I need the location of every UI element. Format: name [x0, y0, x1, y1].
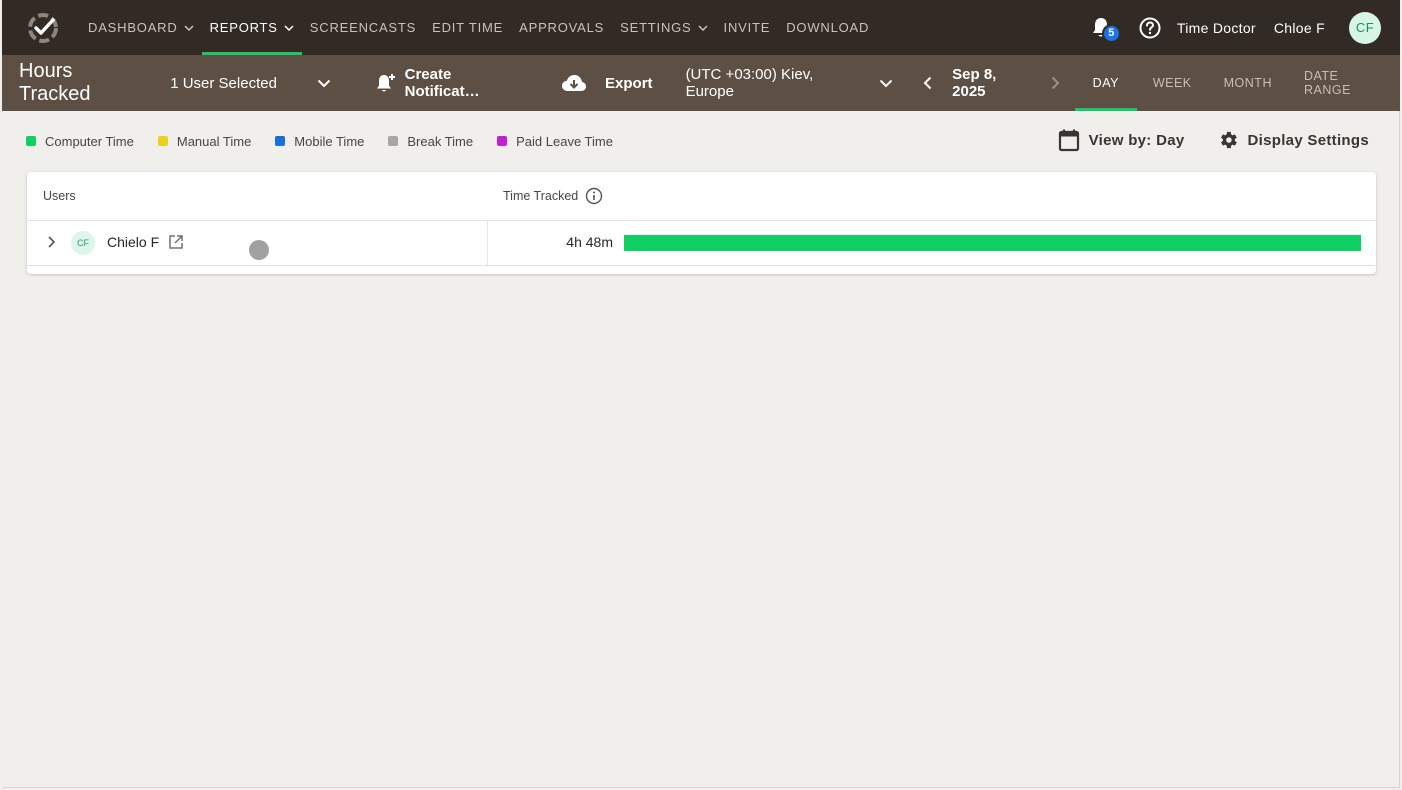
nav-invite-label: INVITE — [723, 20, 771, 35]
nav-reports-label: REPORTS — [209, 20, 278, 35]
legend-swatch — [497, 136, 508, 146]
mouse-cursor-indicator — [249, 240, 269, 260]
chevron-down-icon — [317, 79, 331, 88]
legend-swatch — [26, 136, 36, 146]
chevron-down-icon — [184, 24, 194, 31]
table-header: Users Time Tracked — [27, 172, 1376, 221]
tab-month[interactable]: MONTH — [1208, 55, 1288, 111]
page-title: Hours Tracked — [19, 60, 91, 105]
nav-dashboard[interactable]: DASHBOARD — [80, 0, 202, 55]
hours-table: Users Time Tracked CF Chielo F 4h 48m — [27, 172, 1376, 274]
computer-time-bar — [624, 235, 1361, 251]
time-type-legend: Computer Time Manual Time Mobile Time Br… — [26, 131, 637, 151]
legend-manual-time: Manual Time — [157, 133, 252, 149]
bell-plus-icon — [375, 72, 405, 94]
legend-paid-leave-time: Paid Leave Time — [497, 134, 613, 149]
nav-reports[interactable]: REPORTS — [201, 0, 303, 55]
timezone-dropdown[interactable]: (UTC +03:00) Kiev, Europe — [686, 66, 894, 100]
legend-label: Paid Leave Time — [516, 133, 613, 149]
nav-settings-label: SETTINGS — [620, 20, 692, 35]
nav-invite[interactable]: INVITE — [716, 0, 779, 55]
chevron-down-icon — [284, 24, 294, 31]
cloud-download-icon — [561, 73, 595, 93]
legend-swatch — [157, 136, 168, 146]
column-divider — [487, 221, 488, 265]
nav-dashboard-label: DASHBOARD — [88, 20, 178, 35]
legend-mobile-time: Mobile Time — [275, 134, 364, 149]
legend-swatch — [275, 136, 286, 146]
user-select-dropdown[interactable]: 1 User Selected — [170, 75, 330, 92]
time-bar-track[interactable] — [624, 235, 1361, 251]
legend-label: Manual Time — [176, 133, 252, 149]
info-icon[interactable] — [578, 187, 603, 205]
view-controls: View by: Day Display Settings — [1058, 128, 1369, 152]
range-tabs: DAY WEEK MONTH DATE RANGE — [1074, 55, 1400, 111]
legend-computer-time: Computer Time — [26, 134, 134, 149]
tab-week[interactable]: WEEK — [1137, 55, 1208, 111]
tab-date-range-label: DATE RANGE — [1303, 69, 1351, 97]
export-button[interactable]: Export — [561, 73, 653, 93]
nav-edit-time[interactable]: EDIT TIME — [424, 0, 511, 55]
row-time-tracked: 4h 48m — [566, 234, 613, 250]
view-by-label: View by: Day — [1088, 131, 1185, 149]
external-link-icon[interactable] — [168, 234, 184, 250]
tab-day[interactable]: DAY — [1074, 55, 1137, 111]
export-label: Export — [605, 74, 653, 92]
notifications-button[interactable]: 5 — [1089, 16, 1121, 43]
nav-download[interactable]: DOWNLOAD — [778, 0, 877, 55]
tab-month-label: MONTH — [1223, 76, 1272, 90]
nav-edit-time-label: EDIT TIME — [432, 20, 504, 35]
timezone-label: (UTC +03:00) Kiev, Europe — [685, 66, 814, 100]
chevron-right-icon[interactable] — [47, 235, 56, 249]
gear-icon — [1217, 129, 1248, 151]
column-header-time-tracked[interactable]: Time Tracked — [503, 187, 603, 205]
current-date[interactable]: Sep 8, 2025 — [952, 66, 1031, 100]
avatar[interactable]: CF — [1349, 11, 1381, 44]
calendar-icon — [1058, 128, 1089, 152]
nav-screencasts[interactable]: SCREENCASTS — [302, 0, 424, 55]
help-circle-icon — [1139, 17, 1161, 39]
chevron-down-icon — [879, 79, 893, 88]
nav-approvals[interactable]: APPROVALS — [511, 0, 612, 55]
top-navigation: DASHBOARD REPORTS SCREENCASTS EDIT TIME … — [2, 0, 1400, 55]
company-name[interactable]: Time Doctor — [1177, 20, 1256, 36]
display-settings-button[interactable]: Display Settings — [1217, 129, 1370, 151]
tab-date-range[interactable]: DATE RANGE — [1288, 55, 1400, 111]
legend-label: Break Time — [407, 133, 474, 149]
time-doctor-logo-icon[interactable] — [26, 11, 60, 45]
display-settings-label: Display Settings — [1247, 131, 1369, 149]
column-header-time-tracked-label: Time Tracked — [503, 189, 579, 203]
report-toolbar: Hours Tracked 1 User Selected Create Not… — [2, 55, 1400, 111]
avatar: CF — [71, 231, 95, 255]
tab-day-label: DAY — [1092, 76, 1119, 90]
user-name[interactable]: Chloe F — [1274, 20, 1325, 36]
chevron-down-icon — [698, 24, 708, 31]
legend-break-time: Break Time — [388, 134, 473, 149]
create-notification-label: Create Notificat… — [404, 66, 480, 100]
help-button[interactable] — [1139, 17, 1161, 39]
tab-week-label: WEEK — [1152, 76, 1192, 90]
nav-approvals-label: APPROVALS — [519, 20, 605, 35]
chevron-left-icon[interactable] — [923, 76, 932, 90]
user-select-label: 1 User Selected — [170, 74, 277, 92]
chevron-right-icon[interactable] — [1051, 76, 1060, 90]
view-by-button[interactable]: View by: Day — [1058, 128, 1185, 152]
nav-settings[interactable]: SETTINGS — [612, 0, 715, 55]
date-navigator: Sep 8, 2025 — [923, 66, 1060, 100]
create-notification-button[interactable]: Create Notificat… — [375, 66, 527, 100]
app-window: DASHBOARD REPORTS SCREENCASTS EDIT TIME … — [2, 0, 1400, 788]
legend-label: Computer Time — [45, 133, 134, 149]
nav-download-label: DOWNLOAD — [786, 20, 870, 35]
row-user-name[interactable]: Chielo F — [107, 234, 159, 250]
nav-right-group: 5 Time Doctor Chloe F CF — [1089, 0, 1400, 55]
table-row: CF Chielo F 4h 48m — [27, 221, 1376, 266]
legend-label: Mobile Time — [294, 133, 365, 149]
column-header-users[interactable]: Users — [43, 189, 76, 203]
nav-screencasts-label: SCREENCASTS — [309, 20, 417, 35]
legend-swatch — [388, 136, 399, 146]
notification-count-badge: 5 — [1101, 23, 1121, 43]
